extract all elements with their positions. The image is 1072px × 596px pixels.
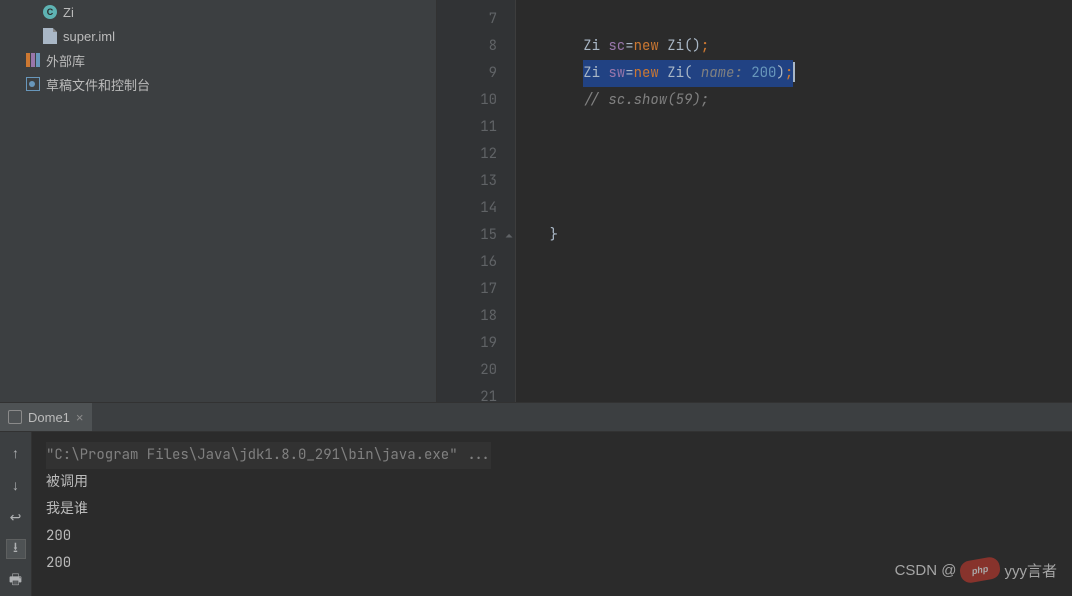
arrow-down-icon[interactable]: ↓ [7, 476, 25, 494]
line-number: 18 [437, 303, 515, 330]
php-logo-icon: php [959, 556, 1002, 585]
console-line: 我是谁 [46, 496, 1072, 523]
file-icon [42, 28, 58, 44]
console-line: "C:\Program Files\Java\jdk1.8.0_291\bin\… [46, 442, 491, 469]
code-line-8: Zi sc=new Zi(); [516, 33, 1072, 60]
line-number: 17 [437, 276, 515, 303]
line-number: 9 [437, 60, 515, 87]
scroll-to-end-icon[interactable]: ⭳ [7, 540, 25, 558]
code-line-18 [516, 303, 1072, 330]
arrow-up-icon[interactable]: ↑ [7, 444, 25, 462]
code-line-14 [516, 195, 1072, 222]
console-line: 200 [46, 523, 1072, 550]
run-toolbar: ↑ ↓ ↩ ⭳ 🖶 [0, 432, 32, 596]
tree-item-zi[interactable]: C Zi [0, 0, 436, 24]
print-icon[interactable]: 🖶 [7, 572, 25, 590]
code-editor[interactable]: 789101112131415⏶161718192021 Zi sc=new Z… [437, 0, 1072, 402]
line-number: 8 [437, 33, 515, 60]
soft-wrap-icon[interactable]: ↩ [7, 508, 25, 526]
watermark: CSDN @phpyyy言者 [895, 559, 1057, 581]
code-line-13 [516, 168, 1072, 195]
tree-item-super-iml[interactable]: super.iml [0, 24, 436, 48]
run-config-icon [8, 410, 22, 424]
code-line-10: // sc.show(59); [516, 87, 1072, 114]
line-number: 15⏶ [437, 222, 515, 249]
code-line-17 [516, 276, 1072, 303]
line-number: 20 [437, 357, 515, 384]
code-line-7 [516, 6, 1072, 33]
code-line-15: } [516, 222, 1072, 249]
line-number: 19 [437, 330, 515, 357]
line-number: 13 [437, 168, 515, 195]
line-number: 10 [437, 87, 515, 114]
line-number: 7 [437, 6, 515, 33]
project-tree: C Zi super.iml 外部库 草稿文件和控制台 [0, 0, 437, 402]
code-content[interactable]: Zi sc=new Zi(); Zi sw=new Zi( name: 200)… [516, 0, 1072, 402]
code-line-21 [516, 384, 1072, 411]
line-number: 11 [437, 114, 515, 141]
code-line-20 [516, 357, 1072, 384]
code-line-19 [516, 330, 1072, 357]
code-line-12 [516, 141, 1072, 168]
tree-item-label: 草稿文件和控制台 [46, 75, 150, 94]
code-line-9: Zi sw=new Zi( name: 200); [516, 60, 1072, 87]
scratch-icon [25, 76, 41, 92]
close-icon[interactable]: × [76, 410, 84, 425]
code-line-16 [516, 249, 1072, 276]
tree-item-label: 外部库 [46, 51, 85, 70]
run-tab-label: Dome1 [28, 410, 70, 425]
tree-item-external-libraries[interactable]: 外部库 [0, 48, 436, 72]
line-number: 14 [437, 195, 515, 222]
selection: Zi sw=new Zi( name: 200); [583, 60, 793, 87]
class-icon: C [42, 4, 58, 20]
library-icon [25, 52, 41, 68]
line-number: 21 [437, 384, 515, 411]
run-tab-dome1[interactable]: Dome1 × [0, 403, 92, 431]
tree-item-scratches[interactable]: 草稿文件和控制台 [0, 72, 436, 96]
fold-icon[interactable]: ⏶ [505, 222, 513, 249]
line-number: 12 [437, 141, 515, 168]
caret [793, 62, 795, 82]
code-line-11 [516, 114, 1072, 141]
console-line: 被调用 [46, 469, 1072, 496]
line-number: 16 [437, 249, 515, 276]
tree-item-label: Zi [63, 5, 74, 20]
line-gutter: 789101112131415⏶161718192021 [437, 0, 516, 402]
tree-item-label: super.iml [63, 29, 115, 44]
